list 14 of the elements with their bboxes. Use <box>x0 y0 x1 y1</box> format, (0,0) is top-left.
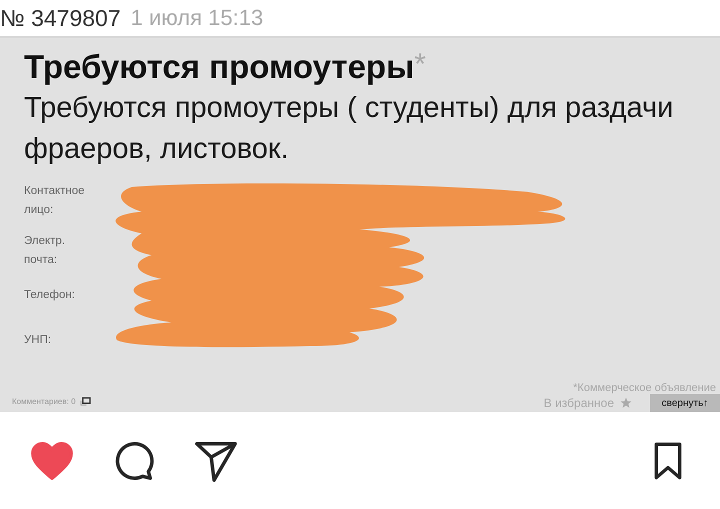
contact-label: Телефон: <box>24 288 76 303</box>
listing-description: Требуются промоутеры ( студенты) для раздачи фраеров, листовок. <box>24 91 674 167</box>
listing-date: 1 июля 15:13 <box>130 5 264 31</box>
commercial-note: *Коммерческое объявление <box>573 382 716 394</box>
collapse-button[interactable]: свернуть↑ <box>650 394 720 412</box>
comments-count: Комментариев: 0 <box>12 397 76 406</box>
contact-label: УНП: <box>24 333 52 348</box>
contact-label: Электр. почта: <box>24 234 66 268</box>
listing-number: № 3479807 <box>0 4 121 32</box>
star-icon[interactable] <box>620 397 632 409</box>
contact-label: Контактное лицо: <box>24 184 86 218</box>
listing-title: Требуются промоутеры <box>24 48 414 86</box>
window-icon[interactable] <box>80 397 91 406</box>
asterisk-mark: * <box>414 48 426 82</box>
